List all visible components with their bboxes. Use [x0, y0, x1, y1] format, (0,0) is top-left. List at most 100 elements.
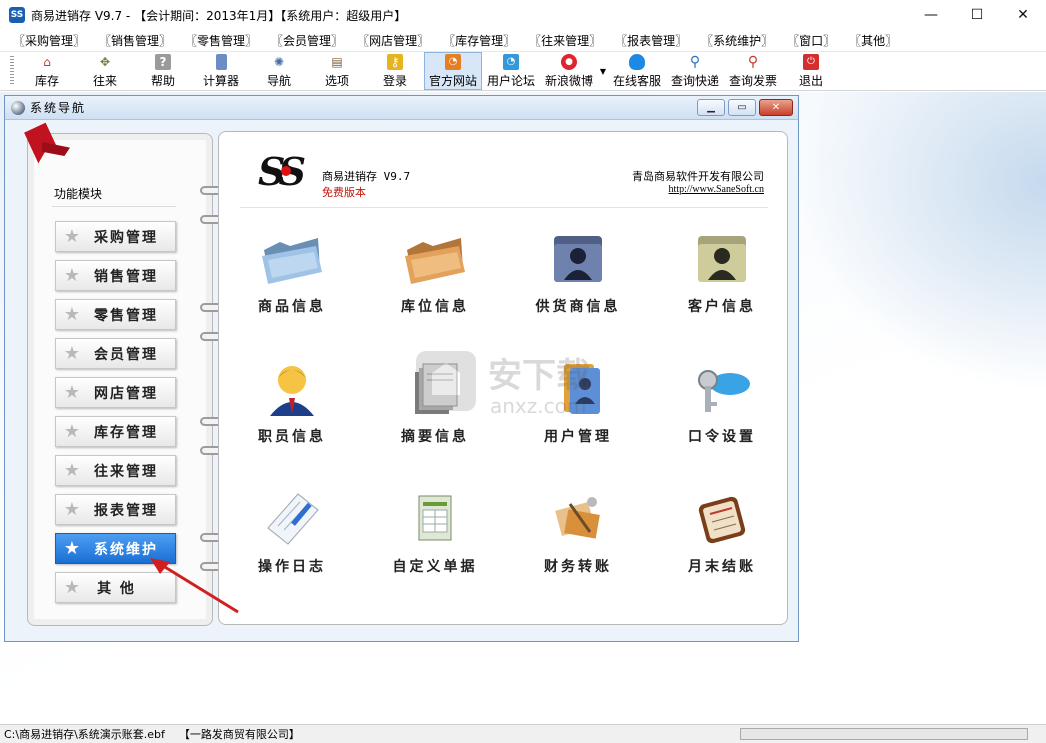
child-close-button[interactable]: ✕	[759, 99, 793, 116]
tile-financial-transfer[interactable]: 财务转账	[528, 482, 628, 592]
toolbar-label: 在线客服	[612, 73, 661, 88]
status-file-path: C:\商易进销存\系统演示账套.ebf	[4, 728, 165, 741]
tile-product-info[interactable]: 商品信息	[242, 222, 342, 332]
toolbar-calculator-button[interactable]: 计算器	[192, 52, 250, 90]
menu-retail[interactable]: 〖零售管理〗	[178, 32, 264, 49]
star-icon: ★	[63, 382, 83, 403]
star-icon: ★	[63, 226, 83, 247]
menu-inventory[interactable]: 〖库存管理〗	[436, 32, 522, 49]
toolbar-label: 库存	[34, 73, 59, 88]
person-icon	[270, 366, 314, 416]
product-name: 商易进销存 V9.7	[322, 170, 411, 183]
brand-logo-dot	[281, 166, 291, 176]
navigation-window-title: 系统导航	[30, 101, 87, 115]
star-icon: ★	[63, 421, 83, 442]
toolbar-support-button[interactable]: 在线客服	[608, 52, 666, 90]
child-minimize-button[interactable]: ▁	[697, 99, 725, 116]
divider	[52, 206, 176, 207]
child-restore-button[interactable]: ▭	[728, 99, 756, 116]
tile-location-info[interactable]: 库位信息	[385, 222, 485, 332]
minimize-button[interactable]: —	[908, 0, 954, 30]
close-button[interactable]: ✕	[1000, 0, 1046, 30]
toolbar-inventory-button[interactable]: ⌂ 库存	[18, 52, 76, 90]
status-progress-bar	[740, 728, 1028, 740]
tile-custom-form[interactable]: 自定义单据	[385, 482, 485, 592]
toolbar-label: 官方网站	[428, 73, 477, 88]
menu-webshop[interactable]: 〖网店管理〗	[350, 32, 436, 49]
toolbar-express-button[interactable]: ⚲ 查询快递	[666, 52, 724, 90]
key-tag-icon	[698, 370, 750, 412]
qq-icon	[629, 53, 645, 70]
toolbar-label: 退出	[798, 73, 823, 88]
menu-accounts[interactable]: 〖往来管理〗	[522, 32, 608, 49]
toolbar-label: 导航	[266, 73, 291, 88]
toolbar-accounts-button[interactable]: ✥ 往来	[76, 52, 134, 90]
transfer-icon	[555, 497, 600, 539]
module-webshop-button[interactable]: ★ 网店管理	[55, 377, 176, 408]
module-sales-button[interactable]: ★ 销售管理	[55, 260, 176, 291]
notepad-pen-icon	[267, 493, 319, 545]
navigation-window-titlebar[interactable]: 系统导航 ▁ ▭ ✕	[5, 96, 798, 120]
tile-label: 商品信息	[258, 299, 326, 315]
toolbar-label: 往来	[92, 73, 117, 88]
menu-sales[interactable]: 〖销售管理〗	[92, 32, 178, 49]
menu-purchase[interactable]: 〖采购管理〗	[6, 32, 92, 49]
tile-label: 口令设置	[688, 429, 756, 445]
title-bar: SS 商易进销存 V9.7 - 【会计期间：2013年1月】【系统用户：超级用户…	[0, 0, 1046, 30]
tile-staff-info[interactable]: 职员信息	[242, 352, 342, 462]
app-logo-icon: SS	[9, 7, 25, 23]
menu-other[interactable]: 〖其他〗	[842, 32, 904, 49]
chevron-down-icon[interactable]: ▼	[598, 52, 608, 90]
handshake-icon: ✥	[99, 54, 111, 69]
toolbar-label: 查询发票	[728, 73, 777, 88]
tile-month-end-close[interactable]: 月末结账	[672, 482, 772, 592]
module-label: 会员管理	[94, 346, 158, 363]
tile-operation-log[interactable]: 操作日志	[242, 482, 342, 592]
toolbar-grip[interactable]	[10, 56, 14, 86]
menu-window[interactable]: 〖窗口〗	[780, 32, 842, 49]
toolbar-invoice-button[interactable]: ⚲ 查询发票	[724, 52, 782, 90]
toolbar-label: 计算器	[202, 73, 239, 88]
module-accounts-button[interactable]: ★ 往来管理	[55, 455, 176, 486]
calculator-icon	[215, 53, 227, 70]
module-label: 库存管理	[94, 424, 158, 441]
menu-reports[interactable]: 〖报表管理〗	[608, 32, 694, 49]
search-icon: ⚲	[747, 53, 759, 70]
module-label: 网店管理	[94, 385, 158, 402]
toolbar: ⌂ 库存 ✥ 往来 ? 帮助 计算器 ✺ 导航 ▤ 选项 ⚷ 登录 ◔ 官方网站…	[0, 51, 1046, 91]
company-url-link[interactable]: http://www.SaneSoft.cn	[669, 184, 764, 195]
toolbar-options-button[interactable]: ▤ 选项	[308, 52, 366, 90]
toolbar-help-button[interactable]: ? 帮助	[134, 52, 192, 90]
tile-label: 自定义单据	[392, 559, 478, 575]
module-label: 往来管理	[94, 463, 158, 480]
toolbar-login-button[interactable]: ⚷ 登录	[366, 52, 424, 90]
module-inventory-button[interactable]: ★ 库存管理	[55, 416, 176, 447]
background-swirl	[796, 92, 1046, 392]
divider	[240, 207, 768, 208]
tile-label: 职员信息	[258, 429, 326, 445]
month-close-icon	[698, 496, 746, 544]
toolbar-weibo-button[interactable]: ● 新浪微博	[540, 52, 598, 90]
module-reports-button[interactable]: ★ 报表管理	[55, 494, 176, 525]
tile-supplier-info[interactable]: 供货商信息	[528, 222, 628, 332]
module-retail-button[interactable]: ★ 零售管理	[55, 299, 176, 330]
tile-password-settings[interactable]: 口令设置	[672, 352, 772, 462]
module-label: 零售管理	[94, 307, 158, 324]
star-icon: ★	[63, 499, 83, 520]
toolbar-forum-button[interactable]: ◔ 用户论坛	[482, 52, 540, 90]
folder-orange-icon	[405, 238, 465, 284]
menu-member[interactable]: 〖会员管理〗	[264, 32, 350, 49]
toolbar-navigation-button[interactable]: ✺ 导航	[250, 52, 308, 90]
star-icon: ★	[63, 538, 83, 559]
module-member-button[interactable]: ★ 会员管理	[55, 338, 176, 369]
toolbar-label: 用户论坛	[486, 73, 535, 88]
rss-icon: ◔	[445, 53, 461, 70]
toolbar-exit-button[interactable]: ⏻ 退出	[782, 52, 840, 90]
search-icon: ⚲	[689, 53, 701, 70]
toolbar-website-button[interactable]: ◔ 官方网站	[424, 52, 482, 90]
module-purchase-button[interactable]: ★ 采购管理	[55, 221, 176, 252]
menu-system[interactable]: 〖系统维护〗	[694, 32, 780, 49]
maximize-button[interactable]: ☐	[954, 0, 1000, 30]
exit-icon: ⏻	[803, 53, 819, 70]
tile-customer-info[interactable]: 客户信息	[672, 222, 772, 332]
